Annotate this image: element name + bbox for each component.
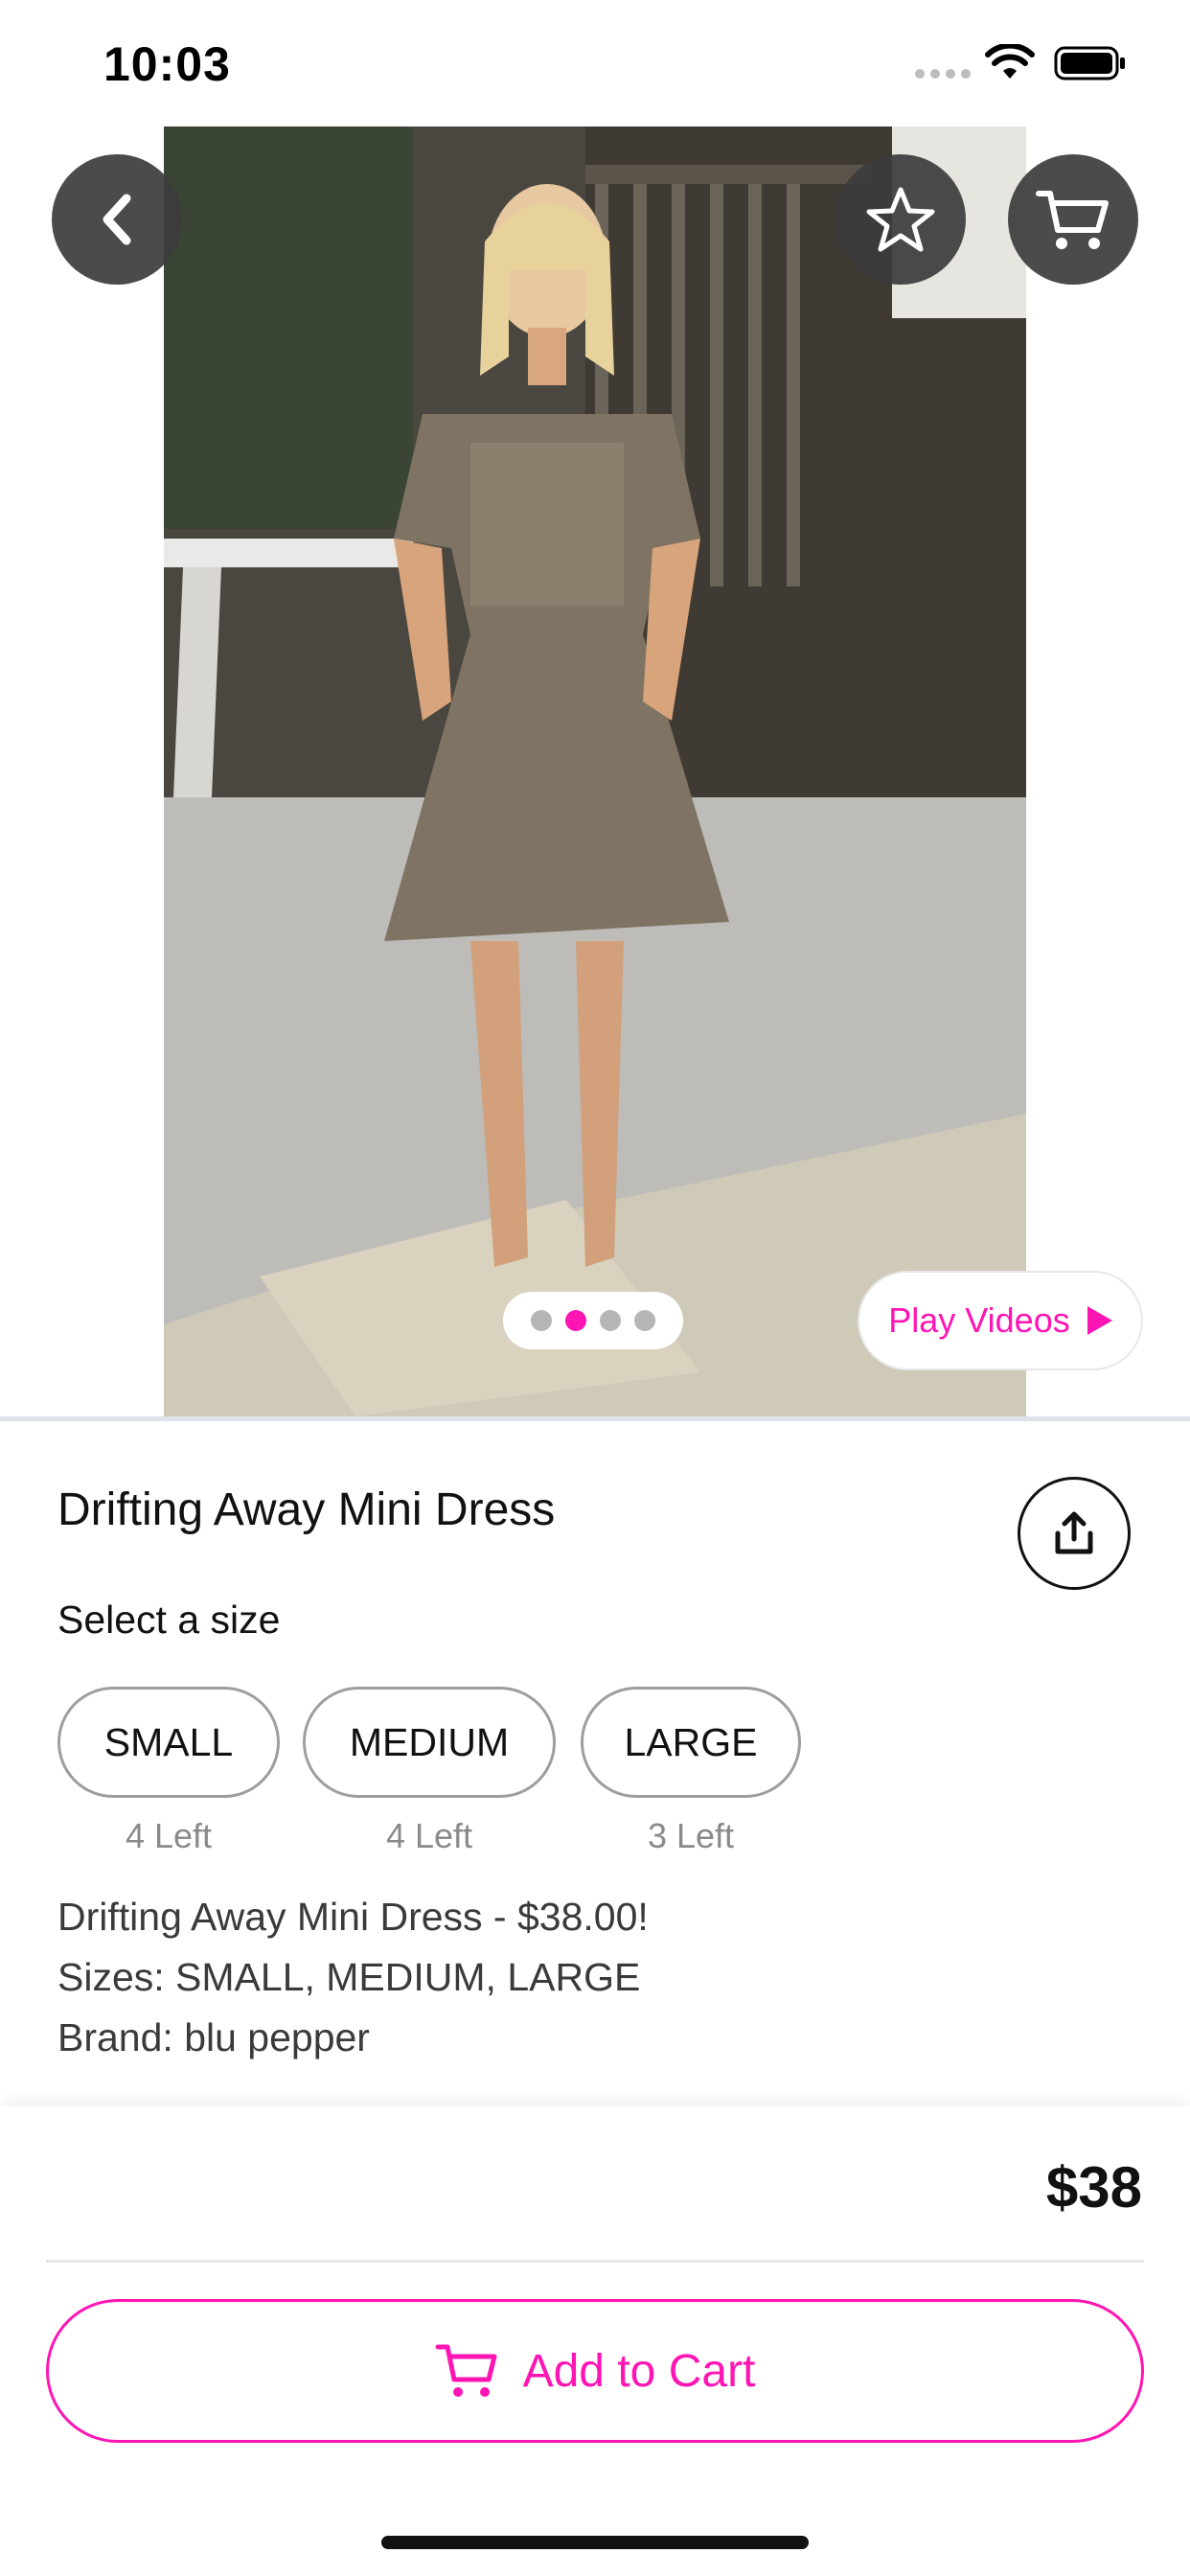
status-time: 10:03 <box>103 37 231 91</box>
wifi-icon <box>985 44 1035 79</box>
carousel-dot[interactable] <box>600 1310 621 1331</box>
cart-icon <box>1036 191 1109 249</box>
back-button[interactable] <box>52 154 182 285</box>
description-line: Drifting Away Mini Dress - $38.00! <box>57 1895 649 1939</box>
signal-icon <box>915 69 971 79</box>
share-icon <box>1055 1511 1093 1554</box>
carousel-dot[interactable] <box>531 1310 552 1331</box>
stock-medium: 4 Left <box>385 1816 473 1855</box>
chevron-left-icon <box>103 194 131 245</box>
carousel-dot[interactable] <box>634 1310 655 1331</box>
star-icon <box>866 187 935 252</box>
play-icon <box>1087 1306 1112 1335</box>
description-line: Sizes: SMALL, MEDIUM, LARGE <box>57 1955 641 1999</box>
product-image[interactable] <box>164 126 1026 1416</box>
battery-icon <box>1054 46 1125 80</box>
product-title: Drifting Away Mini Dress <box>57 1484 556 1535</box>
image-carousel-indicator[interactable] <box>503 1292 683 1349</box>
stock-small: 4 Left <box>125 1816 213 1855</box>
stock-large: 3 Left <box>647 1816 735 1855</box>
play-videos-button[interactable]: Play Videos <box>858 1271 1143 1370</box>
favorite-button[interactable] <box>835 154 966 285</box>
share-button[interactable] <box>1018 1477 1131 1590</box>
checkout-divider <box>46 2260 1144 2263</box>
status-bar: 10:03 <box>0 0 1190 126</box>
select-size-label: Select a size <box>57 1598 281 1642</box>
cart-icon <box>435 2344 497 2397</box>
home-indicator[interactable] <box>381 2536 809 2549</box>
size-option-small[interactable]: SMALL <box>57 1687 280 1798</box>
carousel-dot-active[interactable] <box>565 1310 586 1331</box>
play-videos-label: Play Videos <box>888 1300 1070 1340</box>
size-option-medium[interactable]: MEDIUM <box>303 1687 556 1798</box>
cart-button[interactable] <box>1008 154 1138 285</box>
add-to-cart-label: Add to Cart <box>522 2345 756 2397</box>
price: $38 <box>1045 2155 1142 2220</box>
add-to-cart-button[interactable]: Add to Cart <box>46 2299 1144 2443</box>
description-line: Brand: blu pepper <box>57 2015 370 2059</box>
size-option-large[interactable]: LARGE <box>581 1687 801 1798</box>
image-divider <box>0 1416 1190 1421</box>
